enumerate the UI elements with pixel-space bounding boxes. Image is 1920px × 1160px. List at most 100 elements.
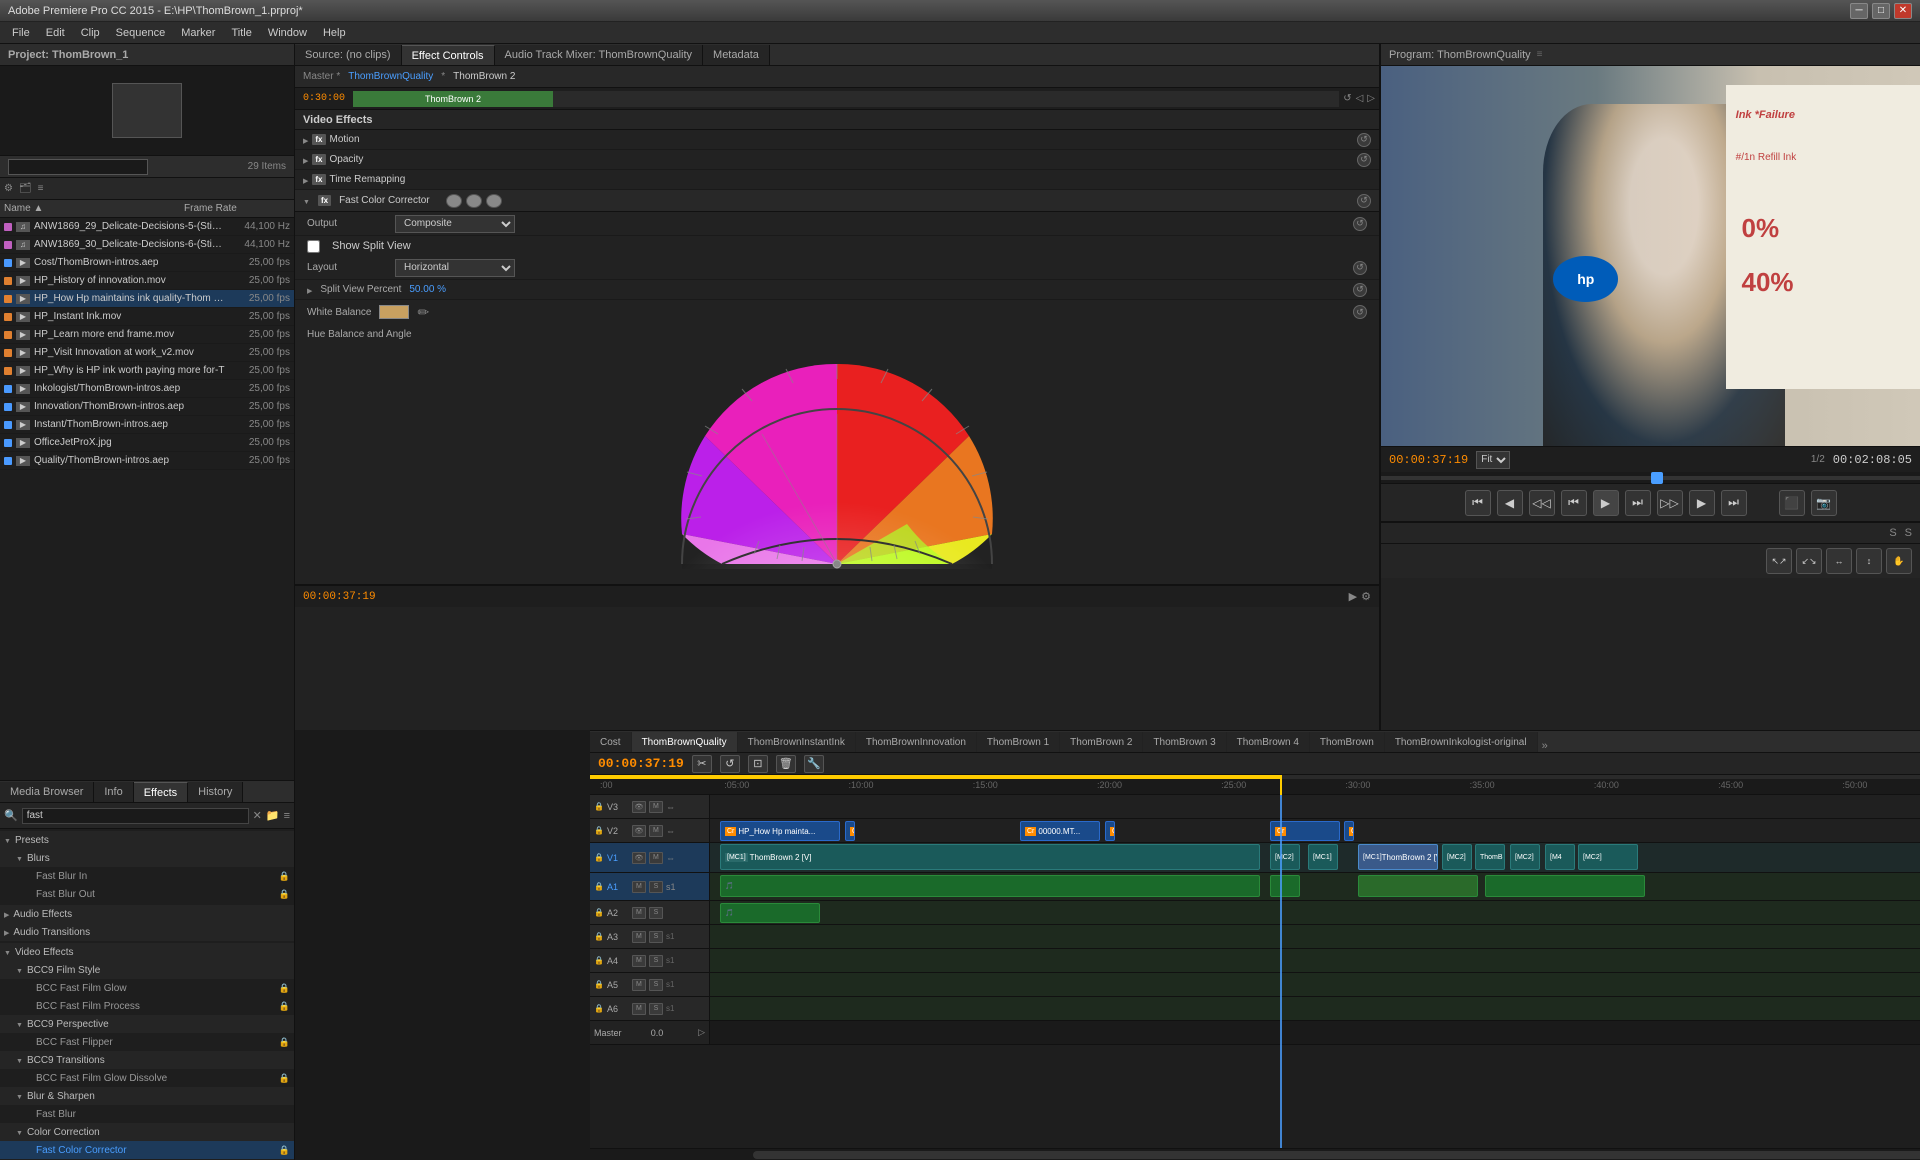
close-button[interactable]: ✕ xyxy=(1894,3,1912,19)
video-effects-header[interactable]: Video Effects xyxy=(0,943,294,961)
tl-clip-v1-main[interactable]: [MC1] ThomBrown 2 [V] xyxy=(720,844,1260,870)
ec-reset-button[interactable]: ↺ xyxy=(1353,217,1367,231)
tl-tab-thombrown[interactable]: ThomBrown xyxy=(1310,732,1385,752)
tab-metadata[interactable]: Metadata xyxy=(703,45,770,65)
menu-help[interactable]: Help xyxy=(315,25,354,41)
menu-title[interactable]: Title xyxy=(223,25,259,41)
transport-to-end-btn[interactable]: ⏭ xyxy=(1721,490,1747,516)
maximize-button[interactable]: □ xyxy=(1872,3,1890,19)
transport-back-btn[interactable]: ◁◁ xyxy=(1529,490,1555,516)
output-select[interactable]: Composite xyxy=(395,215,515,233)
navigate-btn-3[interactable]: ↔ xyxy=(1826,548,1852,574)
navigate-btn-1[interactable]: ↖↗ xyxy=(1766,548,1792,574)
tl-tab-thombrown-3[interactable]: ThomBrown 3 xyxy=(1143,732,1226,752)
navigate-btn-4[interactable]: ↕ xyxy=(1856,548,1882,574)
clear-search-icon[interactable]: ✕ xyxy=(253,809,262,822)
tl-tab-thombrown-2[interactable]: ThomBrown 2 xyxy=(1060,732,1143,752)
tab-source[interactable]: Source: (no clips) xyxy=(295,45,402,65)
track-s-btn[interactable]: S xyxy=(649,881,663,893)
effect-fast-blur-in[interactable]: Fast Blur In 🔒 xyxy=(0,867,294,885)
blurs-header[interactable]: Blurs xyxy=(0,849,294,867)
tl-clip-v1-3[interactable]: [MC1] xyxy=(1308,844,1338,870)
track-s-btn[interactable]: S xyxy=(649,979,663,991)
ec-reset-button[interactable]: ↺ xyxy=(1353,261,1367,275)
track-m-btn[interactable]: M xyxy=(632,881,646,893)
transport-play-btn[interactable]: ▶ xyxy=(1593,490,1619,516)
effect-bcc-fast-film-process[interactable]: BCC Fast Film Process 🔒 xyxy=(0,997,294,1015)
list-item[interactable]: ▶ OfficeJetProX.jpg 25,00 fps xyxy=(0,434,294,452)
tl-clip-v2-2[interactable]: Cr xyxy=(845,821,855,841)
tl-insert-btn[interactable]: ⊡ xyxy=(748,755,768,773)
effects-search-input[interactable] xyxy=(22,808,249,824)
tl-tab-thombrown-inkologist[interactable]: ThomBrownInkologist-original xyxy=(1385,732,1538,752)
menu-window[interactable]: Window xyxy=(260,25,315,41)
color-correction-header[interactable]: Color Correction xyxy=(0,1123,294,1141)
tl-clip-v1-8[interactable]: [MC2] xyxy=(1578,844,1638,870)
track-m-btn[interactable]: M xyxy=(632,907,646,919)
tl-clip-v2-1[interactable]: Cr HP_How Hp mainta... xyxy=(720,821,840,841)
blur-sharpen-header[interactable]: Blur & Sharpen xyxy=(0,1087,294,1105)
tl-clip-v1-4[interactable]: [MC2] xyxy=(1442,844,1472,870)
tl-razor-tool[interactable]: ✂ xyxy=(692,755,712,773)
presets-header[interactable]: Presets xyxy=(0,831,294,849)
list-item[interactable]: ▶ HP_Learn more end frame.mov 25,00 fps xyxy=(0,326,294,344)
wb-color-swatch[interactable] xyxy=(379,305,409,319)
track-eye-btn[interactable]: 👁 xyxy=(632,852,646,864)
scrub-playhead[interactable] xyxy=(1651,472,1663,484)
wb-picker-icon[interactable]: ✏ xyxy=(417,304,429,321)
navigate-btn-5[interactable]: ✋ xyxy=(1886,548,1912,574)
track-master-expand[interactable]: ▷ xyxy=(698,1027,705,1038)
tab-audio-track-mixer[interactable]: Audio Track Mixer: ThomBrownQuality xyxy=(495,45,703,65)
transport-to-in-btn[interactable]: ⏮ xyxy=(1465,490,1491,516)
ec-motion-row[interactable]: fx Motion ↺ xyxy=(295,130,1379,150)
tl-ripple-tool[interactable]: ↺ xyxy=(720,755,740,773)
tab-history[interactable]: History xyxy=(188,782,243,802)
tab-effects[interactable]: Effects xyxy=(134,782,188,802)
tl-clip-v2-4[interactable]: Cr xyxy=(1105,821,1115,841)
list-item[interactable]: ♫ ANW1869_30_Delicate-Decisions-6-(Sting… xyxy=(0,236,294,254)
tl-clip-v2-5[interactable]: Cr xyxy=(1270,821,1340,841)
track-m-btn[interactable]: M xyxy=(632,955,646,967)
tab-info[interactable]: Info xyxy=(94,782,133,802)
tl-delete-btn[interactable]: 🗑 xyxy=(776,755,796,773)
track-s-btn[interactable]: S xyxy=(649,907,663,919)
track-m-btn[interactable]: M xyxy=(649,801,663,813)
tl-clip-v2-6[interactable]: Cr xyxy=(1344,821,1354,841)
ec-reset-button[interactable]: ↺ xyxy=(1353,305,1367,319)
track-m-btn[interactable]: M xyxy=(649,852,663,864)
track-m-btn[interactable]: M xyxy=(632,979,646,991)
tl-tab-thombrown-instant-ink[interactable]: ThomBrownInstantInk xyxy=(738,732,856,752)
ec-reset-button[interactable]: ↺ xyxy=(1353,283,1367,297)
tl-tab-thombrown-quality[interactable]: ThomBrownQuality xyxy=(632,732,738,752)
tab-effect-controls[interactable]: Effect Controls xyxy=(402,45,495,65)
fast-color-header-row[interactable]: fx Fast Color Corrector ↺ xyxy=(295,190,1379,212)
tl-clip-a1-4[interactable] xyxy=(1485,875,1645,897)
list-item[interactable]: ▶ HP_Why is HP ink worth paying more for… xyxy=(0,362,294,380)
ec-reset-button[interactable]: ↺ xyxy=(1357,153,1371,167)
tl-clip-a1-3[interactable] xyxy=(1358,875,1478,897)
track-s-btn[interactable]: S xyxy=(649,955,663,967)
transport-to-out-btn[interactable]: ⏮ xyxy=(1561,490,1587,516)
list-item[interactable]: ▶ Quality/ThomBrown-intros.aep 25,00 fps xyxy=(0,452,294,470)
track-eye-btn[interactable]: 👁 xyxy=(632,801,646,813)
list-item[interactable]: ▶ Inkologist/ThomBrown-intros.aep 25,00 … xyxy=(0,380,294,398)
ec-reset-button[interactable]: ↺ xyxy=(1357,133,1371,147)
transport-from-in-btn[interactable]: ⏭ xyxy=(1625,490,1651,516)
ec-opacity-row[interactable]: fx Opacity ↺ xyxy=(295,150,1379,170)
effect-fast-color-corrector[interactable]: Fast Color Corrector 🔒 xyxy=(0,1141,294,1159)
split-view-checkbox[interactable] xyxy=(307,240,320,253)
list-item[interactable]: ▶ Innovation/ThomBrown-intros.aep 25,00 … xyxy=(0,398,294,416)
transport-camera-btn[interactable]: 📷 xyxy=(1811,490,1837,516)
ec-settings-icon[interactable]: ⚙ xyxy=(1361,590,1371,603)
effect-bcc-fast-flipper[interactable]: BCC Fast Flipper 🔒 xyxy=(0,1033,294,1051)
tl-wrench-tool[interactable]: 🔧 xyxy=(804,755,824,773)
ec-nav-icon2[interactable]: ▷ xyxy=(1367,93,1375,104)
list-item[interactable]: ▶ HP_How Hp maintains ink quality-Thom B… xyxy=(0,290,294,308)
project-search-input[interactable] xyxy=(8,159,148,175)
tl-clip-a1-2[interactable] xyxy=(1270,875,1300,897)
color-wheel[interactable] xyxy=(672,354,1002,574)
scrollbar-thumb[interactable] xyxy=(753,1151,1920,1159)
transport-step-back-btn[interactable]: ◀ xyxy=(1497,490,1523,516)
ec-nav-icon[interactable]: ◁ xyxy=(1356,93,1364,104)
effect-fast-blur-out[interactable]: Fast Blur Out 🔒 xyxy=(0,885,294,903)
